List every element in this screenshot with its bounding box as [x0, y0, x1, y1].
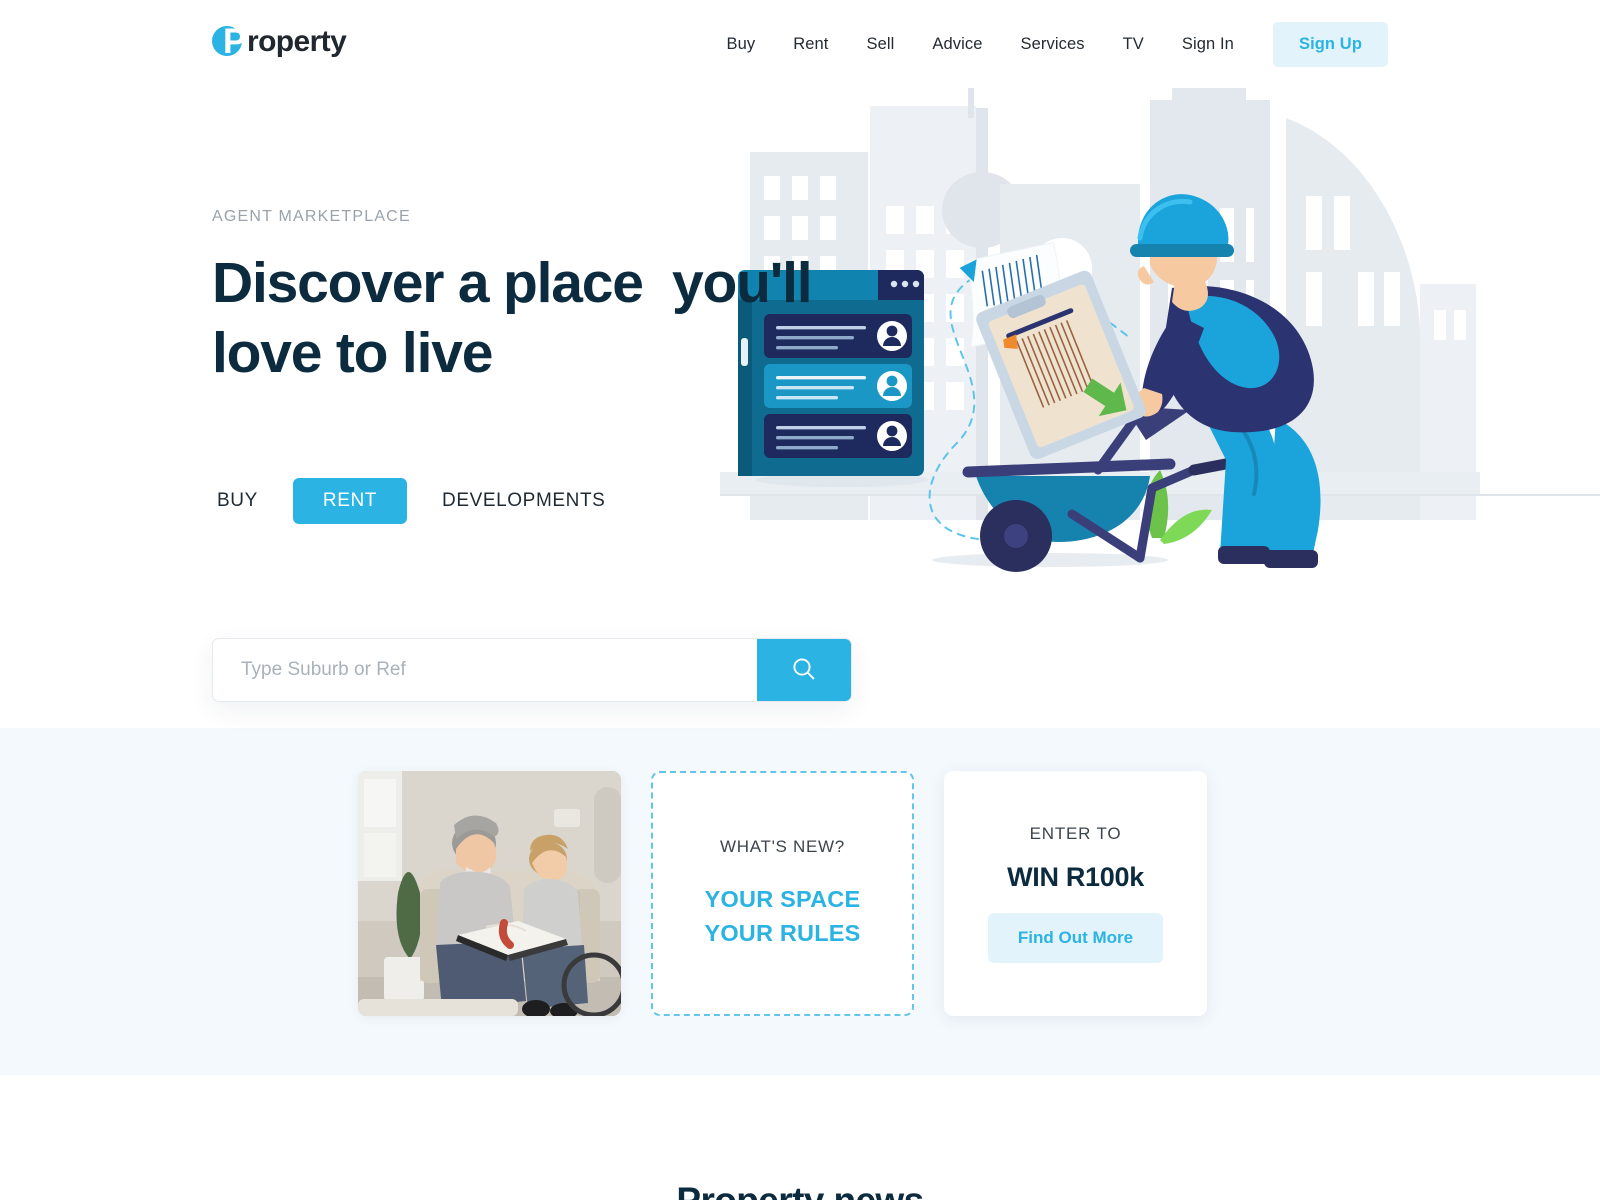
logo-mark-icon: P: [212, 22, 246, 61]
hero-illustration: [720, 88, 1600, 628]
find-out-more-button[interactable]: Find Out More: [987, 913, 1164, 963]
wheelbarrow-shape: [932, 393, 1242, 572]
city-skyline-shape: [750, 88, 1476, 520]
search-icon: [791, 656, 817, 685]
search-submit-button[interactable]: [757, 639, 851, 701]
flying-document-shape: [959, 242, 1061, 348]
site-logo[interactable]: P roperty: [212, 22, 347, 62]
primary-navigation: Buy Rent Sell Advice Services TV Sign In…: [707, 0, 1388, 88]
nav-item-advice[interactable]: Advice: [913, 25, 1001, 64]
whats-new-card[interactable]: WHAT'S NEW? YOUR SPACE YOUR RULES: [651, 771, 914, 1016]
competition-kicker: ENTER TO: [1029, 824, 1122, 843]
search-type-tabs: BUY RENT DEVELOPMENTS: [212, 478, 610, 524]
site-header: P roperty Buy Rent Sell Advice Services …: [0, 0, 1600, 88]
nav-item-sign-in[interactable]: Sign In: [1163, 25, 1253, 64]
nav-item-rent[interactable]: Rent: [774, 25, 847, 64]
hero-copy: AGENT MARKETPLACE Discover a place you'l…: [212, 208, 832, 388]
plant-shape: [1145, 470, 1212, 544]
promo-band: WHAT'S NEW? YOUR SPACE YOUR RULES ENTER …: [0, 728, 1600, 1075]
whats-new-line-2: YOUR RULES: [704, 919, 861, 946]
tab-developments[interactable]: DEVELOPMENTS: [437, 478, 610, 524]
page-root: P roperty Buy Rent Sell Advice Services …: [0, 0, 1600, 1200]
competition-prize: WIN R100k: [1007, 862, 1144, 892]
next-section-heading-text: Property news: [676, 1183, 924, 1200]
search-input[interactable]: [213, 639, 757, 701]
hero-section: AGENT MARKETPLACE Discover a place you'l…: [0, 88, 1600, 728]
sign-up-button[interactable]: Sign Up: [1272, 21, 1388, 67]
nav-item-buy[interactable]: Buy: [707, 25, 774, 64]
logo-wordmark: roperty: [247, 25, 347, 58]
construction-worker-shape: [976, 194, 1321, 568]
promo-cards-row: WHAT'S NEW? YOUR SPACE YOUR RULES ENTER …: [358, 771, 1207, 1016]
tab-rent[interactable]: RENT: [292, 478, 407, 524]
promo-photo-tile[interactable]: [358, 771, 621, 1016]
nav-item-tv[interactable]: TV: [1104, 25, 1163, 64]
nav-item-services[interactable]: Services: [1002, 25, 1104, 64]
whats-new-line-1: YOUR SPACE: [704, 886, 861, 913]
next-section-heading-clipped: Property news: [0, 1183, 1600, 1200]
property-search-bar: [212, 638, 852, 702]
tab-buy[interactable]: BUY: [212, 478, 263, 524]
hero-headline: Discover a place you'll love to live: [212, 251, 827, 386]
hero-eyebrow: AGENT MARKETPLACE: [212, 208, 411, 225]
whats-new-kicker: WHAT'S NEW?: [720, 837, 845, 857]
nav-item-sell[interactable]: Sell: [847, 25, 913, 64]
logo-initial: P: [223, 22, 246, 61]
competition-card[interactable]: ENTER TO WIN R100k Find Out More: [944, 771, 1207, 1016]
